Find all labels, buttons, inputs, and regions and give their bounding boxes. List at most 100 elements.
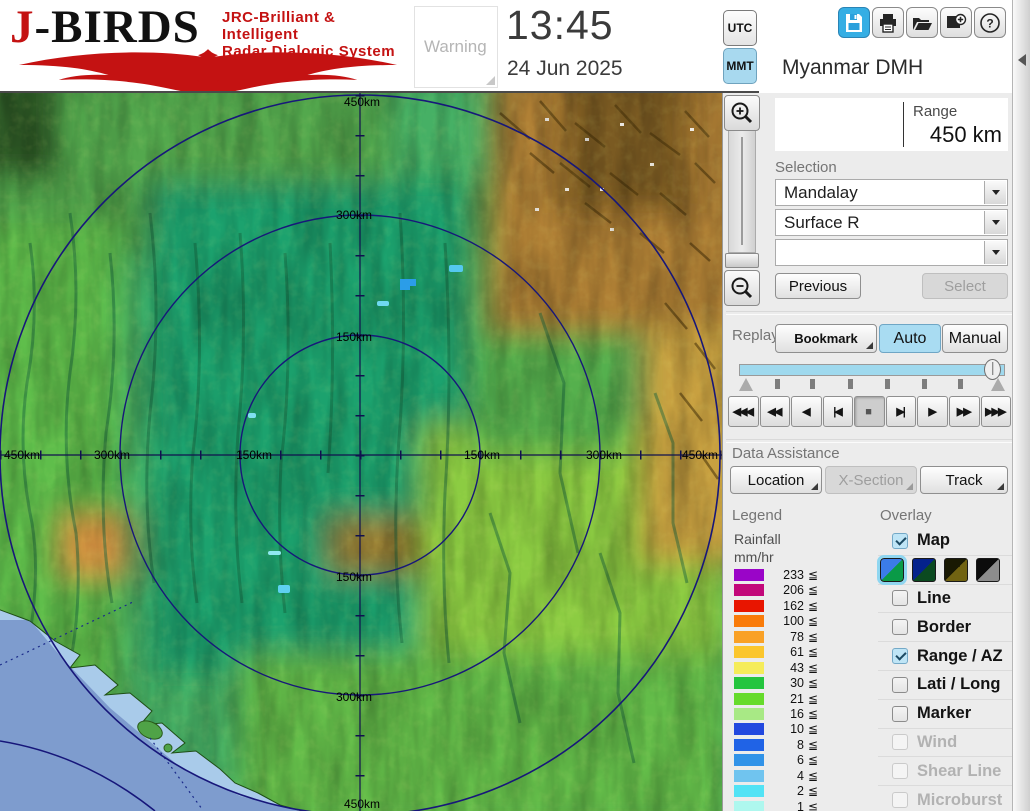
replay-slider-track[interactable] bbox=[739, 364, 1005, 376]
product-dropdown[interactable]: Surface R bbox=[775, 209, 1008, 236]
svg-text:450km: 450km bbox=[344, 797, 380, 811]
site-dropdown-value: Mandalay bbox=[784, 183, 858, 202]
previous-button[interactable]: Previous bbox=[775, 273, 861, 299]
range-divider bbox=[903, 102, 904, 147]
legend-color-chip bbox=[734, 630, 764, 643]
legend-color-chip bbox=[734, 707, 764, 720]
save-button[interactable] bbox=[838, 7, 870, 38]
help-icon: ? bbox=[980, 12, 1000, 33]
select-button[interactable]: Select bbox=[922, 273, 1008, 299]
overlay-row-line[interactable]: Line bbox=[878, 585, 1012, 614]
fast-forward-button[interactable]: ▶▶ bbox=[948, 396, 980, 427]
overlay-row-map[interactable]: Map bbox=[878, 527, 1012, 556]
checkbox-lati-long[interactable] bbox=[892, 676, 908, 693]
svg-text:300km: 300km bbox=[336, 208, 372, 222]
control-panel: Range 450 km Selection Mandalay Surface … bbox=[726, 93, 1012, 811]
print-button[interactable] bbox=[872, 7, 904, 38]
panel-splitter[interactable] bbox=[1012, 0, 1030, 811]
add-image-button[interactable] bbox=[940, 7, 972, 38]
legend-row: 6 ≦ bbox=[734, 753, 844, 768]
legend-color-chip bbox=[734, 584, 764, 597]
checkbox-range-az[interactable] bbox=[892, 648, 908, 665]
site-dropdown-button[interactable] bbox=[984, 181, 1006, 204]
radar-map-canvas[interactable]: 450km 300km 150km 150km 300km 450km 450k… bbox=[0, 93, 722, 811]
mmt-button[interactable]: MMT bbox=[723, 48, 757, 84]
overlay-row-lati-long[interactable]: Lati / Long bbox=[878, 671, 1012, 700]
map-style-swatch-4[interactable] bbox=[976, 557, 1000, 582]
legend-row: 233 ≦ bbox=[734, 568, 844, 583]
radar-map[interactable]: 450km 300km 150km 150km 300km 450km 450k… bbox=[0, 93, 723, 811]
overlay-row-shear-line: Shear Line bbox=[878, 757, 1012, 787]
location-button[interactable]: Location bbox=[730, 466, 822, 494]
svg-text:300km: 300km bbox=[94, 448, 130, 462]
slider-start-marker[interactable] bbox=[739, 378, 753, 391]
chevron-down-icon bbox=[991, 190, 1000, 195]
map-style-swatch-3[interactable] bbox=[944, 557, 968, 582]
fast-rewind-button[interactable]: ◀◀ bbox=[759, 396, 791, 427]
option-dropdown-button[interactable] bbox=[984, 241, 1006, 264]
product-dropdown-button[interactable] bbox=[984, 211, 1006, 234]
legend-row: 30 ≦ bbox=[734, 676, 844, 691]
logo-birds: -BIRDS bbox=[34, 1, 200, 53]
skip-end-button[interactable]: ▶▶▶ bbox=[980, 396, 1012, 427]
checkbox-map[interactable] bbox=[892, 532, 908, 549]
overlay-list: Map Line Border Range / AZ Lati / Long M… bbox=[877, 527, 1012, 811]
svg-text:?: ? bbox=[986, 16, 993, 30]
overlay-item-label: Wind bbox=[917, 732, 958, 751]
clock-date: 24 Jun 2025 bbox=[507, 57, 623, 80]
xsection-button[interactable]: X-Section bbox=[825, 466, 917, 494]
utc-button[interactable]: UTC bbox=[723, 10, 757, 46]
map-style-row bbox=[877, 554, 1012, 585]
legend-row: 21 ≦ bbox=[734, 692, 844, 707]
slider-tick bbox=[958, 379, 963, 389]
play-backward-button[interactable]: ◀ bbox=[791, 396, 822, 427]
bookmark-button[interactable]: Bookmark bbox=[775, 324, 877, 353]
svg-text:150km: 150km bbox=[464, 448, 500, 462]
track-button[interactable]: Track bbox=[920, 466, 1008, 494]
checkbox-marker[interactable] bbox=[892, 705, 908, 722]
legend-row: 16 ≦ bbox=[734, 707, 844, 722]
option-dropdown[interactable] bbox=[775, 239, 1008, 266]
legend-color-chip bbox=[734, 569, 764, 581]
overlay-row-border[interactable]: Border bbox=[878, 613, 1012, 643]
step-back-button[interactable]: |◀ bbox=[822, 396, 854, 427]
print-icon bbox=[880, 13, 896, 33]
open-folder-button[interactable] bbox=[906, 7, 938, 38]
warning-panel[interactable]: Warning bbox=[414, 6, 498, 88]
slider-tick bbox=[885, 379, 890, 389]
checkbox-border[interactable] bbox=[892, 619, 908, 636]
chevron-down-icon bbox=[991, 220, 1000, 225]
legend-color-chip bbox=[734, 646, 764, 659]
site-dropdown[interactable]: Mandalay bbox=[775, 179, 1008, 206]
svg-text:450km: 450km bbox=[682, 448, 718, 462]
legend-row: 10 ≦ bbox=[734, 722, 844, 737]
overlay-item-label: Map bbox=[917, 531, 950, 550]
separator bbox=[726, 311, 1012, 315]
legend-row: 8 ≦ bbox=[734, 738, 844, 753]
warning-label: Warning bbox=[424, 37, 487, 56]
legend-color-chip bbox=[734, 738, 764, 751]
overlay-item-label: Lati / Long bbox=[917, 675, 1001, 694]
legend-row: 4 ≦ bbox=[734, 769, 844, 784]
selection-label: Selection bbox=[775, 159, 837, 176]
map-style-swatch-2[interactable] bbox=[912, 557, 936, 582]
play-button[interactable]: ▶ bbox=[917, 396, 948, 427]
overlay-row-range-az[interactable]: Range / AZ bbox=[878, 642, 1012, 671]
auto-button[interactable]: Auto bbox=[879, 324, 941, 353]
logo-j: J bbox=[10, 1, 35, 53]
skip-start-button[interactable]: ◀◀◀ bbox=[728, 396, 759, 427]
eagle-icon bbox=[18, 49, 398, 91]
legend-scale: 233 ≦ 206 ≦ 162 ≦ 100 ≦ 78 ≦ 61 ≦ 43 ≦ 30 ≦ 21 ≦ … bbox=[734, 568, 844, 811]
overlay-row-marker[interactable]: Marker bbox=[878, 700, 1012, 729]
help-button[interactable]: ? bbox=[974, 7, 1006, 38]
svg-text:300km: 300km bbox=[336, 690, 372, 704]
step-forward-button[interactable]: ▶| bbox=[885, 396, 917, 427]
checkbox-line[interactable] bbox=[892, 590, 908, 607]
manual-button[interactable]: Manual bbox=[942, 324, 1008, 353]
stop-button[interactable]: ■ bbox=[854, 396, 885, 427]
slider-end-marker[interactable] bbox=[991, 378, 1005, 391]
legend-color-chip bbox=[734, 692, 764, 705]
map-style-swatch-1[interactable] bbox=[877, 554, 907, 585]
legend-unit-rainfall: Rainfall bbox=[734, 531, 781, 547]
collapse-panel-icon[interactable] bbox=[1018, 54, 1026, 66]
